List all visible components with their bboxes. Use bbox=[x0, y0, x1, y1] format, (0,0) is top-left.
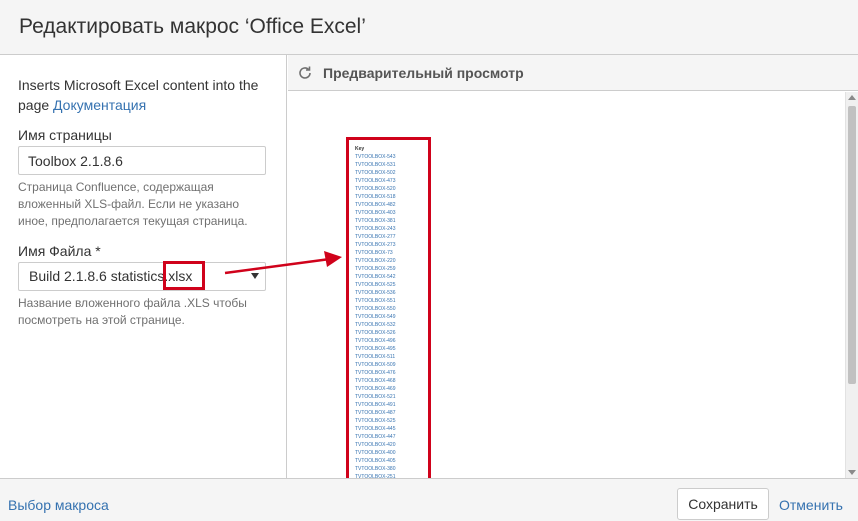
sheet-row: TVTOOLBOX-473 bbox=[355, 178, 396, 184]
sheet-row: TVTOOLBOX-536 bbox=[355, 290, 396, 296]
dialog-title: Редактировать макрос ‘Office Excel’ bbox=[19, 15, 366, 38]
sheet-row: TVTOOLBOX-550 bbox=[355, 306, 396, 312]
excel-sheet-preview: Key TVTOOLBOX-543 TVTOOLBOX-531 TVTOOLBOX-… bbox=[346, 137, 431, 478]
scroll-thumb[interactable] bbox=[848, 106, 856, 384]
sheet-rows: TVTOOLBOX-543 TVTOOLBOX-531 TVTOOLBOX-502 T… bbox=[355, 153, 428, 478]
preview-scrollbar[interactable] bbox=[845, 92, 858, 478]
annotation-arrow bbox=[224, 251, 342, 275]
sheet-row: TVTOOLBOX-400 bbox=[355, 450, 396, 456]
sheet-row: TVTOOLBOX-518 bbox=[355, 194, 396, 200]
sheet-row: TVTOOLBOX-525 bbox=[355, 282, 396, 288]
documentation-link[interactable]: Документация bbox=[53, 97, 146, 113]
sheet-row: TVTOOLBOX-520 bbox=[355, 186, 396, 192]
sheet-row: TVTOOLBOX-403 bbox=[355, 210, 396, 216]
sheet-row: TVTOOLBOX-551 bbox=[355, 298, 396, 304]
sheet-row: TVTOOLBOX-277 bbox=[355, 234, 396, 240]
sheet-row: TVTOOLBOX-487 bbox=[355, 410, 396, 416]
sheet-row: TVTOOLBOX-73 bbox=[355, 250, 393, 256]
sheet-row: TVTOOLBOX-502 bbox=[355, 170, 396, 176]
sheet-row: TVTOOLBOX-526 bbox=[355, 330, 396, 336]
sheet-row: TVTOOLBOX-405 bbox=[355, 458, 396, 464]
preview-title: Предварительный просмотр bbox=[323, 65, 524, 81]
file-name-label: Имя Файла * bbox=[18, 243, 101, 259]
select-macro-link[interactable]: Выбор макроса bbox=[8, 497, 109, 513]
page-name-input[interactable] bbox=[18, 146, 266, 175]
sheet-row: TVTOOLBOX-549 bbox=[355, 314, 396, 320]
file-name-select-value: Build 2.1.8.6 statistics.xlsx bbox=[29, 268, 193, 284]
page-name-help: Страница Confluence, содержащая вложенны… bbox=[18, 180, 248, 228]
sheet-row: TVTOOLBOX-521 bbox=[355, 394, 396, 400]
macro-description: Inserts Microsoft Excel content into the… bbox=[18, 75, 273, 115]
dialog-footer: Выбор макроса Сохранить Отменить bbox=[0, 478, 858, 521]
sheet-row: TVTOOLBOX-542 bbox=[355, 274, 396, 280]
sheet-row: TVTOOLBOX-509 bbox=[355, 362, 396, 368]
sheet-row: TVTOOLBOX-243 bbox=[355, 226, 396, 232]
sheet-row: TVTOOLBOX-531 bbox=[355, 162, 396, 168]
sheet-row: TVTOOLBOX-381 bbox=[355, 218, 396, 224]
sheet-row: TVTOOLBOX-420 bbox=[355, 442, 396, 448]
sheet-row: TVTOOLBOX-511 bbox=[355, 354, 396, 360]
sheet-row: TVTOOLBOX-525 bbox=[355, 418, 396, 424]
sheet-row: TVTOOLBOX-380 bbox=[355, 466, 396, 472]
sheet-row: TVTOOLBOX-469 bbox=[355, 386, 396, 392]
save-button[interactable]: Сохранить bbox=[677, 488, 769, 520]
scroll-down-icon[interactable] bbox=[848, 470, 856, 475]
sheet-row: TVTOOLBOX-491 bbox=[355, 402, 396, 408]
sheet-row: TVTOOLBOX-445 bbox=[355, 426, 396, 432]
sheet-column-header: Key bbox=[355, 146, 365, 152]
page-name-label: Имя страницы bbox=[18, 127, 112, 143]
sheet-row: TVTOOLBOX-273 bbox=[355, 242, 396, 248]
sheet-row: TVTOOLBOX-543 bbox=[355, 154, 396, 160]
refresh-icon[interactable] bbox=[297, 65, 313, 81]
sheet-row: TVTOOLBOX-496 bbox=[355, 338, 396, 344]
sheet-row: TVTOOLBOX-259 bbox=[355, 266, 396, 272]
dialog-header: Редактировать макрос ‘Office Excel’ bbox=[0, 0, 858, 55]
sheet-row: TVTOOLBOX-482 bbox=[355, 202, 396, 208]
sheet-row: TVTOOLBOX-468 bbox=[355, 378, 396, 384]
sheet-row: TVTOOLBOX-532 bbox=[355, 322, 396, 328]
preview-area: Key TVTOOLBOX-543 TVTOOLBOX-531 TVTOOLBOX-… bbox=[288, 92, 858, 478]
cancel-link[interactable]: Отменить bbox=[779, 497, 843, 513]
sheet-row: TVTOOLBOX-476 bbox=[355, 370, 396, 376]
sheet-row: TVTOOLBOX-495 bbox=[355, 346, 396, 352]
file-name-help: Название вложенного файла .XLS чтобы пос… bbox=[18, 296, 247, 327]
sheet-row: TVTOOLBOX-220 bbox=[355, 258, 396, 264]
preview-header: Предварительный просмотр bbox=[288, 55, 858, 91]
sheet-row: TVTOOLBOX-447 bbox=[355, 434, 396, 440]
scroll-up-icon[interactable] bbox=[848, 95, 856, 100]
